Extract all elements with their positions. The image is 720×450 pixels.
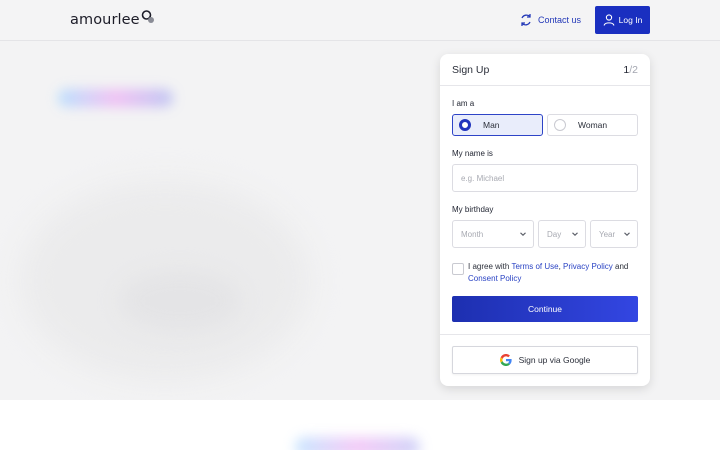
agree-and: and [612,262,629,271]
google-signup-label: Sign up via Google [518,355,591,365]
name-label: My name is [452,149,493,158]
month-select[interactable]: Month [452,220,534,248]
gender-label: I am a [452,99,475,108]
google-signup-button[interactable]: Sign up via Google [452,346,638,374]
refresh-chat-icon [521,14,531,26]
continue-button[interactable]: Continue [452,296,638,322]
login-button[interactable]: Log In [595,6,650,34]
user-icon [603,14,615,26]
chevron-down-icon [624,232,630,236]
logo-chat-bubbles-icon [141,10,154,23]
step-indicator: 1/2 [623,64,638,76]
year-select[interactable]: Year [590,220,638,248]
continue-label: Continue [527,304,563,314]
year-select-value: Year [599,229,616,239]
day-select[interactable]: Day [538,220,586,248]
blurred-badge [58,89,173,107]
gender-option-man[interactable]: Man [452,114,543,136]
chevron-down-icon [520,232,526,236]
login-label: Log In [618,15,643,25]
card-divider [440,334,650,335]
name-input[interactable] [452,164,638,192]
privacy-policy-link[interactable]: Privacy Policy [563,262,613,271]
signup-card-header: Sign Up 1/2 [440,54,650,86]
radio-unselected-icon [554,119,566,131]
chevron-down-icon [572,232,578,236]
gender-option-woman[interactable]: Woman [547,114,638,136]
signup-title: Sign Up [452,64,490,76]
consent-policy-link[interactable]: Consent Policy [468,274,521,283]
contact-us-label: Contact us [538,15,582,25]
agree-checkbox[interactable] [452,263,464,275]
signup-card: Sign Up 1/2 I am a Man Woman My name is … [440,54,650,386]
terms-of-use-link[interactable]: Terms of Use [511,262,558,271]
birthday-label: My birthday [452,205,494,214]
agree-prefix: I agree with [468,262,512,271]
day-select-value: Day [547,229,562,239]
blurred-section-badge [295,437,420,450]
blurred-illustration-detail [120,271,240,331]
agree-text: I agree with Terms of Use, Privacy Polic… [468,261,640,285]
brand-logo[interactable]: amourlee [70,10,155,30]
google-icon [499,354,512,366]
contact-us-link[interactable]: Contact us [519,11,581,29]
top-header: amourlee Contact us Log In [0,0,720,41]
gender-option-label: Woman [578,120,608,130]
step-total: /2 [629,64,638,76]
gender-option-label: Man [483,120,500,130]
month-select-value: Month [461,229,484,239]
radio-selected-icon [459,119,471,131]
logo-text: amourlee [70,12,140,28]
